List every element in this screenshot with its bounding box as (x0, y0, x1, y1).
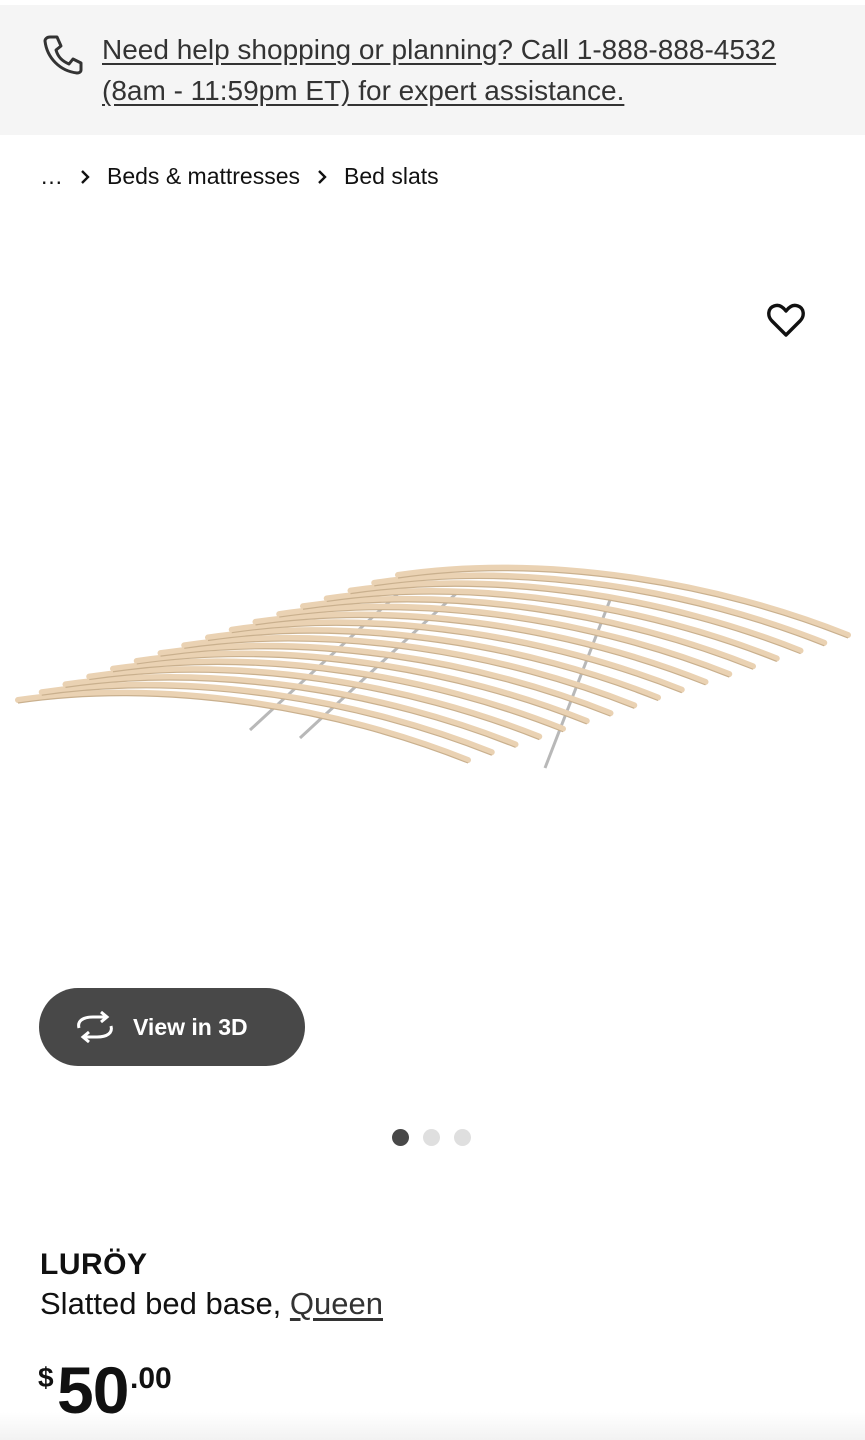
price-currency: $ (38, 1362, 54, 1393)
help-banner: Need help shopping or planning? Call 1-8… (0, 5, 865, 135)
carousel-pagination (392, 1129, 471, 1147)
price-decimal: .00 (130, 1362, 172, 1395)
chevron-right-icon (63, 162, 107, 190)
phone-icon (42, 33, 84, 75)
breadcrumb: … Beds & mattresses Bed slats (40, 156, 439, 196)
carousel-dot-3[interactable] (454, 1129, 471, 1146)
product-page: Need help shopping or planning? Call 1-8… (0, 0, 865, 1440)
breadcrumb-bed-slats[interactable]: Bed slats (344, 163, 439, 190)
favorite-button[interactable] (762, 296, 810, 344)
view-in-3d-label: View in 3D (133, 1014, 248, 1040)
product-name: LURÖY (40, 1248, 148, 1281)
bottom-fade (0, 1412, 865, 1440)
chevron-right-icon (300, 162, 344, 190)
slatted-bed-base-illustration (15, 564, 851, 769)
rotate-3d-icon (73, 1010, 117, 1044)
product-image[interactable] (0, 540, 865, 800)
carousel-dot-1[interactable] (392, 1129, 409, 1146)
carousel-dot-2[interactable] (423, 1129, 440, 1146)
size-variant-link[interactable]: Queen (290, 1286, 383, 1321)
breadcrumb-beds-mattresses[interactable]: Beds & mattresses (107, 163, 300, 190)
product-type: Slatted bed base, (40, 1286, 282, 1321)
view-in-3d-button[interactable]: View in 3D (39, 988, 305, 1066)
breadcrumb-more[interactable]: … (40, 163, 63, 190)
product-description: Slatted bed base, Queen (40, 1286, 383, 1322)
help-link[interactable]: Need help shopping or planning? Call 1-8… (102, 29, 822, 111)
heart-icon (767, 303, 805, 337)
